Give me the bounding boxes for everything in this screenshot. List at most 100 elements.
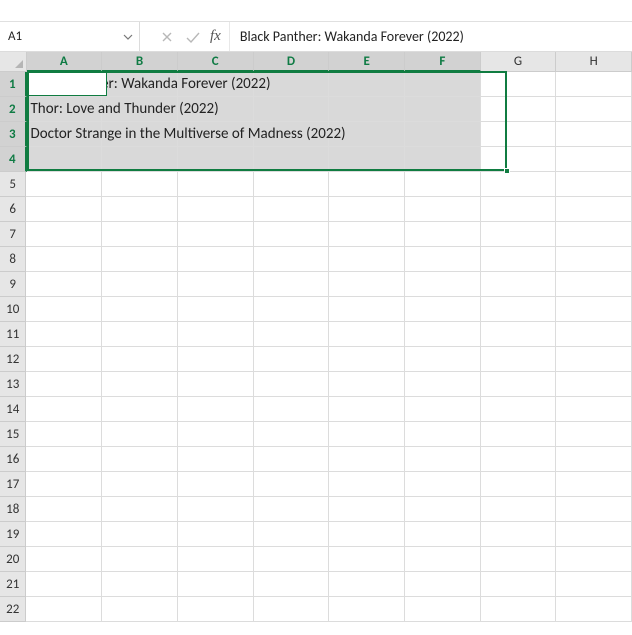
cell-E18[interactable] — [329, 497, 405, 522]
cell-B2[interactable] — [102, 97, 178, 122]
cell-B20[interactable] — [102, 547, 178, 572]
cell-D17[interactable] — [254, 472, 330, 497]
cell-H7[interactable] — [556, 222, 632, 247]
enter-icon[interactable] — [180, 22, 206, 51]
cell-E12[interactable] — [329, 347, 405, 372]
col-header-E[interactable]: E — [329, 52, 405, 72]
cell-G5[interactable] — [481, 172, 557, 197]
cell-D2[interactable] — [254, 97, 330, 122]
row-header-15[interactable]: 15 — [0, 422, 26, 447]
cell-G17[interactable] — [481, 472, 557, 497]
cell-C10[interactable] — [178, 297, 254, 322]
cell-H16[interactable] — [556, 447, 632, 472]
cell-F6[interactable] — [405, 197, 481, 222]
row-header-13[interactable]: 13 — [0, 372, 26, 397]
cell-F20[interactable] — [405, 547, 481, 572]
cell-G11[interactable] — [481, 322, 557, 347]
row-header-9[interactable]: 9 — [0, 272, 26, 297]
cell-B16[interactable] — [102, 447, 178, 472]
cell-C14[interactable] — [178, 397, 254, 422]
cell-D9[interactable] — [254, 272, 330, 297]
cell-B14[interactable] — [102, 397, 178, 422]
cell-D10[interactable] — [254, 297, 330, 322]
row-header-22[interactable]: 22 — [0, 597, 26, 622]
cell-G1[interactable] — [481, 72, 557, 97]
cell-F13[interactable] — [405, 372, 481, 397]
row-header-18[interactable]: 18 — [0, 497, 26, 522]
row-header-8[interactable]: 8 — [0, 247, 26, 272]
col-header-F[interactable]: F — [405, 52, 481, 72]
cell-H5[interactable] — [556, 172, 632, 197]
row-header-7[interactable]: 7 — [0, 222, 26, 247]
cell-F12[interactable] — [405, 347, 481, 372]
cancel-icon[interactable] — [154, 22, 180, 51]
cell-B3[interactable] — [102, 122, 178, 147]
cell-D4[interactable] — [254, 147, 330, 172]
cell-H15[interactable] — [556, 422, 632, 447]
cell-C12[interactable] — [178, 347, 254, 372]
cell-B1[interactable] — [102, 72, 178, 97]
cell-H12[interactable] — [556, 347, 632, 372]
cell-A4[interactable] — [27, 147, 103, 172]
cell-C20[interactable] — [178, 547, 254, 572]
cell-B12[interactable] — [102, 347, 178, 372]
fx-label[interactable]: fx — [206, 22, 230, 51]
col-header-B[interactable]: B — [102, 52, 178, 72]
cell-F11[interactable] — [405, 322, 481, 347]
cell-E13[interactable] — [329, 372, 405, 397]
cell-C22[interactable] — [178, 597, 254, 622]
cell-H9[interactable] — [556, 272, 632, 297]
cell-C6[interactable] — [178, 197, 254, 222]
cell-F16[interactable] — [405, 447, 481, 472]
cell-F1[interactable] — [405, 72, 481, 97]
cell-D13[interactable] — [254, 372, 330, 397]
row-header-17[interactable]: 17 — [0, 472, 26, 497]
cell-D5[interactable] — [254, 172, 330, 197]
cell-H18[interactable] — [556, 497, 632, 522]
cell-H11[interactable] — [556, 322, 632, 347]
cell-A20[interactable] — [26, 547, 102, 572]
cell-E21[interactable] — [329, 572, 405, 597]
cell-A15[interactable] — [26, 422, 102, 447]
cell-H1[interactable] — [556, 72, 632, 97]
cell-F14[interactable] — [405, 397, 481, 422]
cell-B5[interactable] — [102, 172, 178, 197]
cell-A3[interactable]: Doctor Strange in the Multiverse of Madn… — [27, 122, 103, 147]
row-header-4[interactable]: 4 — [0, 147, 27, 172]
cell-G18[interactable] — [481, 497, 557, 522]
cell-D21[interactable] — [254, 572, 330, 597]
col-header-D[interactable]: D — [254, 52, 330, 72]
cell-D16[interactable] — [254, 447, 330, 472]
cell-E20[interactable] — [329, 547, 405, 572]
cell-D22[interactable] — [254, 597, 330, 622]
cell-A21[interactable] — [26, 572, 102, 597]
cell-C15[interactable] — [178, 422, 254, 447]
cell-A6[interactable] — [26, 197, 102, 222]
cell-G16[interactable] — [481, 447, 557, 472]
cell-G9[interactable] — [481, 272, 557, 297]
cell-A18[interactable] — [26, 497, 102, 522]
cell-H8[interactable] — [556, 247, 632, 272]
cell-A9[interactable] — [26, 272, 102, 297]
cell-B13[interactable] — [102, 372, 178, 397]
cell-D11[interactable] — [254, 322, 330, 347]
row-header-16[interactable]: 16 — [0, 447, 26, 472]
cell-E17[interactable] — [329, 472, 405, 497]
cell-A16[interactable] — [26, 447, 102, 472]
cell-F7[interactable] — [405, 222, 481, 247]
cell-D18[interactable] — [254, 497, 330, 522]
cell-H17[interactable] — [556, 472, 632, 497]
cell-C9[interactable] — [178, 272, 254, 297]
cell-G12[interactable] — [481, 347, 557, 372]
cell-E14[interactable] — [329, 397, 405, 422]
cell-F22[interactable] — [405, 597, 481, 622]
cell-F9[interactable] — [405, 272, 481, 297]
cell-H3[interactable] — [556, 122, 632, 147]
cell-A8[interactable] — [26, 247, 102, 272]
select-all-corner[interactable] — [0, 52, 27, 72]
row-header-6[interactable]: 6 — [0, 197, 26, 222]
cell-B17[interactable] — [102, 472, 178, 497]
cell-C8[interactable] — [178, 247, 254, 272]
cell-A14[interactable] — [26, 397, 102, 422]
cell-D19[interactable] — [254, 522, 330, 547]
